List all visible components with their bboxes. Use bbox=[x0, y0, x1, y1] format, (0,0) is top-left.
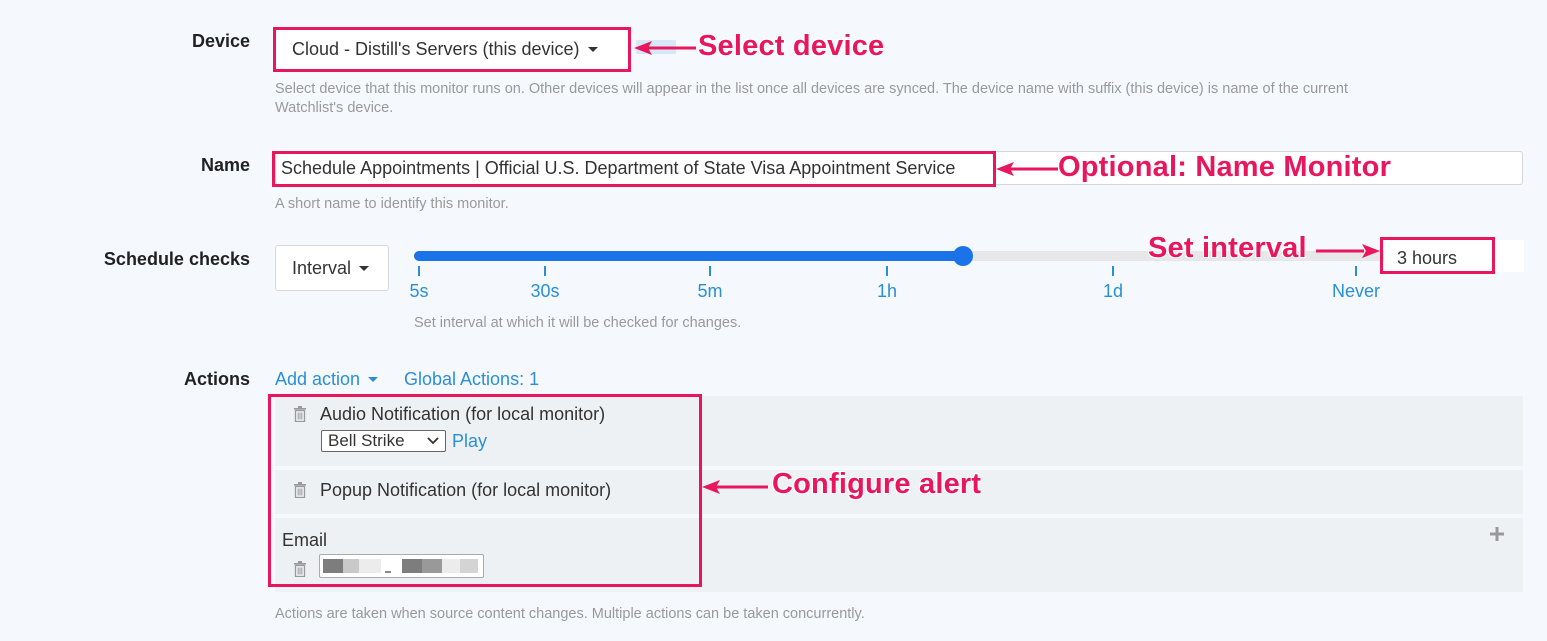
slider-tick-label-5m[interactable]: 5m bbox=[697, 281, 722, 302]
plus-icon[interactable] bbox=[1490, 527, 1504, 541]
chevron-down-icon bbox=[368, 377, 379, 382]
schedule-label: Schedule checks bbox=[103, 249, 250, 269]
global-actions-link[interactable]: Global Actions: 1 bbox=[404, 369, 539, 390]
annotation-arrow-icon bbox=[1316, 244, 1380, 258]
device-help: Select device that this monitor runs on.… bbox=[275, 80, 1515, 118]
interval-slider-thumb[interactable] bbox=[952, 246, 973, 266]
annotation-name-box bbox=[272, 151, 996, 187]
add-action-dropdown[interactable]: Add action bbox=[275, 369, 379, 390]
slider-tick-label-5s[interactable]: 5s bbox=[409, 281, 428, 302]
actions-label: Actions bbox=[183, 369, 250, 389]
annotation-set-interval: Set interval bbox=[1148, 232, 1307, 264]
annotation-arrow-icon bbox=[634, 41, 696, 55]
actions-help: Actions are taken when source content ch… bbox=[275, 606, 865, 622]
annotation-name-monitor: Optional: Name Monitor bbox=[1058, 151, 1392, 183]
annotation-select-device: Select device bbox=[698, 30, 885, 62]
schedule-mode-select[interactable]: Interval bbox=[275, 245, 389, 291]
annotation-arrow-icon bbox=[702, 480, 768, 494]
slider-tick-mark bbox=[1355, 266, 1357, 276]
annotation-device-box bbox=[273, 27, 631, 72]
device-label: Device bbox=[191, 31, 250, 51]
schedule-mode-value: Interval bbox=[292, 257, 352, 278]
device-help-line1: Select device that this monitor runs on.… bbox=[275, 81, 1348, 97]
annotation-interval-box bbox=[1380, 237, 1495, 274]
add-action-label: Add action bbox=[275, 369, 361, 389]
slider-tick-label-1d[interactable]: 1d bbox=[1103, 281, 1123, 302]
schedule-help: Set interval at which it will be checked… bbox=[414, 315, 742, 331]
slider-tick-mark bbox=[418, 266, 420, 276]
chevron-down-icon bbox=[359, 265, 370, 271]
interval-slider-fill bbox=[414, 251, 963, 261]
name-label: Name bbox=[200, 155, 250, 175]
slider-tick-mark bbox=[709, 266, 711, 276]
slider-tick-label-1h[interactable]: 1h bbox=[877, 281, 897, 302]
annotation-arrow-icon bbox=[996, 162, 1058, 176]
slider-tick-mark bbox=[1112, 266, 1114, 276]
device-help-line2: Watchlist's device. bbox=[275, 100, 394, 116]
annotation-actions-box bbox=[268, 394, 702, 587]
annotation-configure-alert: Configure alert bbox=[772, 468, 982, 500]
slider-tick-label-30s[interactable]: 30s bbox=[530, 281, 559, 302]
slider-tick-mark bbox=[886, 266, 888, 276]
slider-tick-label-never[interactable]: Never bbox=[1332, 281, 1380, 302]
slider-tick-mark bbox=[544, 266, 546, 276]
name-help: A short name to identify this monitor. bbox=[275, 196, 509, 212]
